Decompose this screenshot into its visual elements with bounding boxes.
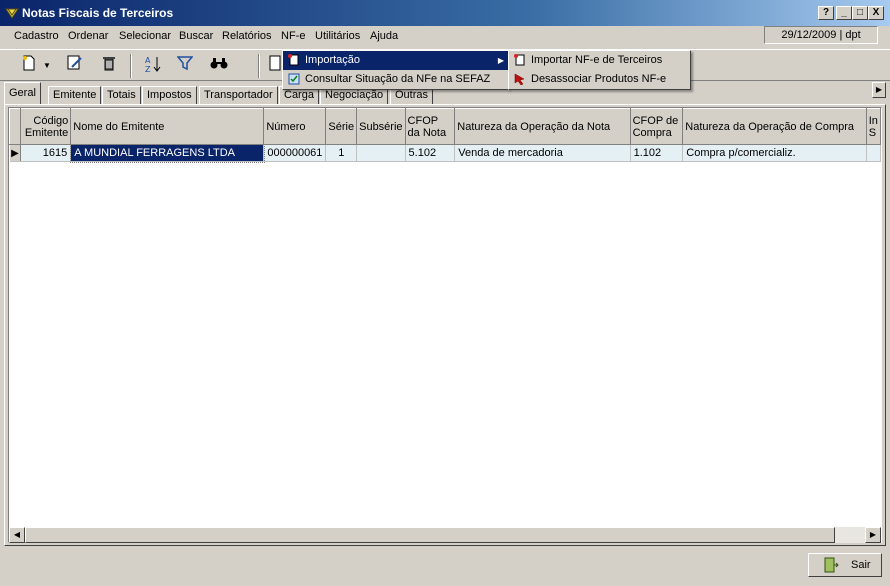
column-header[interactable]: Código Emitente — [20, 108, 72, 145]
menu-buscar[interactable]: Buscar — [179, 30, 213, 42]
cell-nome-emitente[interactable]: A MUNDIAL FERRAGENS LTDA — [69, 143, 265, 163]
door-exit-icon — [823, 557, 839, 576]
exit-label: Sair — [851, 559, 871, 571]
column-header[interactable]: CFOP de Compra — [629, 108, 684, 145]
filter-icon[interactable] — [174, 55, 196, 77]
exit-button[interactable]: Sair — [808, 553, 882, 577]
chevron-down-icon[interactable]: ▼ — [42, 55, 52, 77]
toolbar-separator — [130, 54, 132, 78]
menu-relatorios[interactable]: Relatórios — [222, 30, 272, 42]
grid-table: Código Emitente Nome do Emitente Número … — [9, 108, 881, 163]
table-row[interactable]: ▶ 1615 A MUNDIAL FERRAGENS LTDA 00000006… — [9, 143, 881, 163]
svg-text:A: A — [145, 56, 151, 65]
cursor-arrow-icon — [513, 73, 526, 86]
row-pointer-icon: ▶ — [9, 144, 22, 162]
cell-extra[interactable] — [866, 144, 881, 162]
import-nfe-icon — [513, 54, 526, 67]
svg-text:Z: Z — [145, 65, 151, 73]
minimize-button[interactable]: _ — [836, 6, 852, 20]
binoculars-icon[interactable] — [208, 55, 230, 77]
column-header[interactable]: Natureza da Operação de Compra — [682, 108, 867, 145]
tab-scroll-right-icon[interactable]: ▶ — [872, 82, 886, 98]
app-icon — [5, 8, 19, 19]
tab-geral[interactable]: Geral — [4, 82, 41, 104]
cell-codigo[interactable]: 1615 — [20, 144, 72, 162]
menu-item-consultar-sefaz[interactable]: Consultar Situação da NFe na SEFAZ — [283, 70, 508, 89]
tab-impostos[interactable]: Impostos — [142, 86, 197, 104]
menu-utilitarios[interactable]: Utilitários — [315, 30, 360, 42]
submenu-arrow-icon: ▶ — [497, 56, 504, 65]
scrollbar-thumb[interactable] — [25, 527, 835, 543]
menu-ajuda[interactable]: Ajuda — [370, 30, 398, 42]
import-icon — [287, 54, 300, 67]
menu-item-importacao[interactable]: Importação ▶ — [283, 51, 508, 70]
column-header[interactable]: Subsérie — [356, 108, 406, 145]
column-header[interactable]: Série — [325, 108, 358, 145]
close-button[interactable]: X — [868, 6, 884, 20]
menu-ordenar[interactable]: Ordenar — [68, 30, 108, 42]
importacao-submenu: Importar NF-e de Terceiros Desassociar P… — [508, 50, 691, 90]
horizontal-scrollbar[interactable]: ◀ ▶ — [9, 527, 881, 543]
cell-subserie[interactable] — [356, 144, 406, 162]
window-title: Notas Fiscais de Terceiros — [22, 6, 174, 20]
grid-corner — [9, 108, 22, 145]
trash-icon[interactable] — [98, 55, 120, 77]
column-header[interactable]: In S — [865, 108, 881, 145]
tab-emitente[interactable]: Emitente — [48, 86, 102, 104]
column-header[interactable]: CFOP da Nota — [404, 108, 456, 145]
toolbar-separator — [258, 54, 260, 78]
data-grid: Código Emitente Nome do Emitente Número … — [8, 107, 882, 543]
tab-transportador[interactable]: Transportador — [199, 86, 278, 104]
cell-numero[interactable]: 000000061 — [263, 144, 327, 162]
title-bar: Notas Fiscais de Terceiros ? _ □ X — [0, 0, 890, 26]
menu-cadastro[interactable]: Cadastro — [14, 30, 59, 42]
menu-item-desassociar-produtos[interactable]: Desassociar Produtos NF-e — [509, 70, 690, 89]
nfe-dropdown-menu: Importação ▶ Consultar Situação da NFe n… — [282, 50, 509, 90]
cell-serie[interactable]: 1 — [325, 144, 358, 162]
menu-item-importar-nfe[interactable]: Importar NF-e de Terceiros — [509, 51, 690, 70]
menu-bar: Cadastro Ordenar Selecionar Buscar Relat… — [0, 26, 890, 48]
status-date: 29/12/2009 | dpt — [764, 26, 878, 44]
cell-natureza-compra[interactable]: Compra p/comercializ. — [682, 144, 867, 162]
scroll-right-icon[interactable]: ▶ — [865, 527, 881, 543]
menu-nfe[interactable]: NF-e — [281, 30, 305, 42]
tab-totais[interactable]: Totais — [102, 86, 141, 104]
edit-icon[interactable] — [64, 55, 86, 77]
cell-cfop-compra[interactable]: 1.102 — [630, 144, 684, 162]
maximize-button[interactable]: □ — [852, 6, 868, 20]
column-header[interactable]: Número — [263, 108, 327, 145]
cell-cfop-nota[interactable]: 5.102 — [405, 144, 456, 162]
help-button[interactable]: ? — [818, 6, 834, 20]
cell-natureza-nota[interactable]: Venda de mercadoria — [454, 144, 631, 162]
menu-selecionar[interactable]: Selecionar — [119, 30, 171, 42]
checklist-icon — [287, 73, 300, 86]
sort-az-icon[interactable]: AZ — [142, 55, 164, 77]
new-icon[interactable] — [18, 55, 40, 77]
column-header[interactable]: Nome do Emitente — [70, 108, 265, 145]
column-header[interactable]: Natureza da Operação da Nota — [454, 108, 631, 145]
scroll-left-icon[interactable]: ◀ — [9, 527, 25, 543]
